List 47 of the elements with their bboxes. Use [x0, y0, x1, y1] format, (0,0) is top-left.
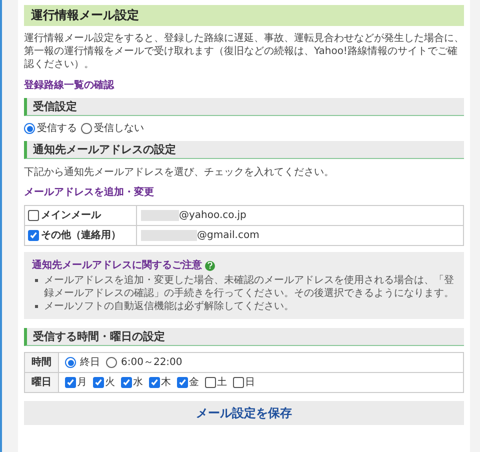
checkbox[interactable] — [121, 377, 132, 388]
radio-label: 終日 — [80, 356, 100, 369]
radio-button[interactable] — [24, 123, 35, 134]
day-label: 木 — [161, 376, 171, 389]
email-domain: @gmail.com — [197, 229, 260, 242]
radio-label: 受信する — [37, 122, 77, 135]
page-title: 運行情報メール設定 — [24, 5, 464, 26]
help-icon[interactable] — [205, 260, 215, 270]
day-label: 日 — [245, 376, 255, 389]
notice-item: メールソフトの自動返信機能は必ず解除してください。 — [44, 300, 294, 313]
checkbox[interactable] — [28, 230, 39, 241]
row-header: 曜日 — [24, 372, 58, 392]
checkbox[interactable] — [177, 377, 188, 388]
instruction: 下記から通知先メールアドレスを選び、チェックを入れてください。 — [24, 166, 335, 179]
section-heading: 受信する時間・曜日の設定 — [24, 328, 464, 346]
email-type-label: その他（連絡用） — [41, 229, 121, 242]
description: 運行情報メール設定をすると、登録した路線に遅延、事故、運転見合わせなどが発生した場合に、第一報の運行情報をメールで受け取れます（復旧などの続報は、Yahoo!路線情報のサイトでご確認ください）。 — [24, 32, 464, 71]
checkbox[interactable] — [93, 377, 104, 388]
email-type-label: メインメール — [41, 209, 101, 222]
checkbox[interactable] — [65, 377, 76, 388]
add-email-link[interactable]: メールアドレスを追加・変更 — [24, 186, 464, 199]
radio-button[interactable] — [65, 357, 76, 368]
redacted-block — [141, 210, 179, 221]
bullet-icon — [35, 279, 38, 282]
day-label: 火 — [105, 376, 115, 389]
radio-button[interactable] — [81, 123, 92, 134]
row-header: 時間 — [24, 352, 58, 372]
notice-title: 通知先メールアドレスに関するご注意 — [32, 259, 202, 272]
checkbox[interactable] — [205, 377, 216, 388]
bullet-icon — [35, 305, 38, 308]
save-button[interactable]: メール設定を保存 — [24, 401, 464, 425]
day-label: 月 — [77, 376, 87, 389]
radio-label: 受信しない — [94, 122, 144, 135]
notice-item: メールアドレスを追加・変更した場合、未確認のメールアドレスを使用される場合は、「登録メールアドレスの確認」の手続きを行ってください。その後選択できるようになります。 — [44, 274, 455, 300]
section-heading: 通知先メールアドレスの設定 — [24, 141, 464, 159]
redacted-block — [141, 230, 197, 241]
checkbox[interactable] — [233, 377, 244, 388]
day-label: 金 — [189, 376, 199, 389]
radio-label: 6:00～22:00 — [121, 356, 182, 369]
radio-button[interactable] — [106, 357, 117, 368]
email-domain: @yahoo.co.jp — [179, 209, 246, 222]
day-label: 土 — [217, 376, 227, 389]
checkbox[interactable] — [149, 377, 160, 388]
day-label: 水 — [133, 376, 143, 389]
section-heading: 受信設定 — [24, 98, 464, 116]
checkbox[interactable] — [28, 210, 39, 221]
route-list-link[interactable]: 登録路線一覧の確認 — [24, 79, 464, 92]
